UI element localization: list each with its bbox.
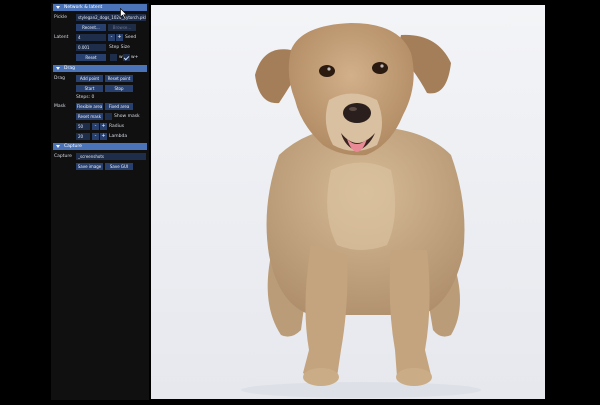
control-panel: Network & latent Pickle stylegan2_dogs_1… <box>51 3 149 400</box>
decrement-lambda-button[interactable]: - <box>92 133 99 140</box>
collapse-triangle-icon <box>56 6 60 9</box>
browse-button[interactable]: Browse... <box>108 24 136 31</box>
start-button[interactable]: Start <box>76 85 103 92</box>
steps-counter: Steps: 0 <box>76 95 95 100</box>
fixed-area-button[interactable]: Fixed area <box>105 103 133 110</box>
wplus-label: w+ <box>131 55 139 60</box>
section-header-network[interactable]: Network & latent <box>53 4 147 11</box>
section-header-drag[interactable]: Drag <box>53 65 147 72</box>
lambda-input[interactable]: 20 <box>76 133 90 140</box>
image-canvas[interactable] <box>151 5 545 399</box>
decrement-radius-button[interactable]: - <box>92 123 99 130</box>
section-title: Capture <box>64 144 82 149</box>
reset-point-button[interactable]: Reset point <box>105 75 133 82</box>
drag-label: Drag <box>54 76 65 81</box>
dog-image <box>151 5 545 399</box>
section-title: Drag <box>64 66 75 71</box>
reset-mask-button[interactable]: Reset mask <box>76 113 103 120</box>
lambda-label: Lambda <box>109 134 128 139</box>
latent-label: Latent <box>54 35 69 40</box>
mask-label: Mask <box>54 104 66 109</box>
step-size-input[interactable]: 0.001 <box>76 44 106 51</box>
collapse-triangle-icon <box>56 145 60 148</box>
decrement-seed-button[interactable]: - <box>108 34 115 41</box>
reset-latent-button[interactable]: Reset <box>76 54 106 61</box>
seed-label: Seed <box>125 35 137 40</box>
collapse-triangle-icon <box>56 67 60 70</box>
pickle-label: Pickle <box>54 15 67 20</box>
recent-button[interactable]: Recent... <box>76 24 106 31</box>
section-header-capture[interactable]: Capture <box>53 143 147 150</box>
capture-label: Capture <box>54 154 72 159</box>
increment-radius-button[interactable]: + <box>100 123 107 130</box>
flexible-area-button[interactable]: Flexible area <box>76 103 103 110</box>
increment-seed-button[interactable]: + <box>116 34 123 41</box>
w-checkbox[interactable] <box>110 54 117 61</box>
add-point-button[interactable]: Add point <box>76 75 103 82</box>
wplus-checkbox[interactable] <box>123 54 130 61</box>
save-image-button[interactable]: Save image <box>76 163 103 170</box>
show-mask-label: Show mask <box>114 114 140 119</box>
mouse-cursor-icon <box>120 8 127 19</box>
pickle-path-field[interactable]: stylegan2_dogs_1024_pytorch.pkl <box>76 14 146 21</box>
save-gui-button[interactable]: Save GUI <box>105 163 133 170</box>
show-mask-checkbox[interactable] <box>105 113 112 120</box>
radius-input[interactable]: 50 <box>76 123 90 130</box>
step-size-label: Step Size <box>109 45 130 50</box>
seed-input[interactable]: 4 <box>76 34 106 41</box>
capture-path-field[interactable]: _screenshots <box>76 153 146 160</box>
radius-label: Radius <box>109 124 125 129</box>
increment-lambda-button[interactable]: + <box>100 133 107 140</box>
stop-button[interactable]: Stop <box>105 85 133 92</box>
section-title: Network & latent <box>64 5 103 10</box>
